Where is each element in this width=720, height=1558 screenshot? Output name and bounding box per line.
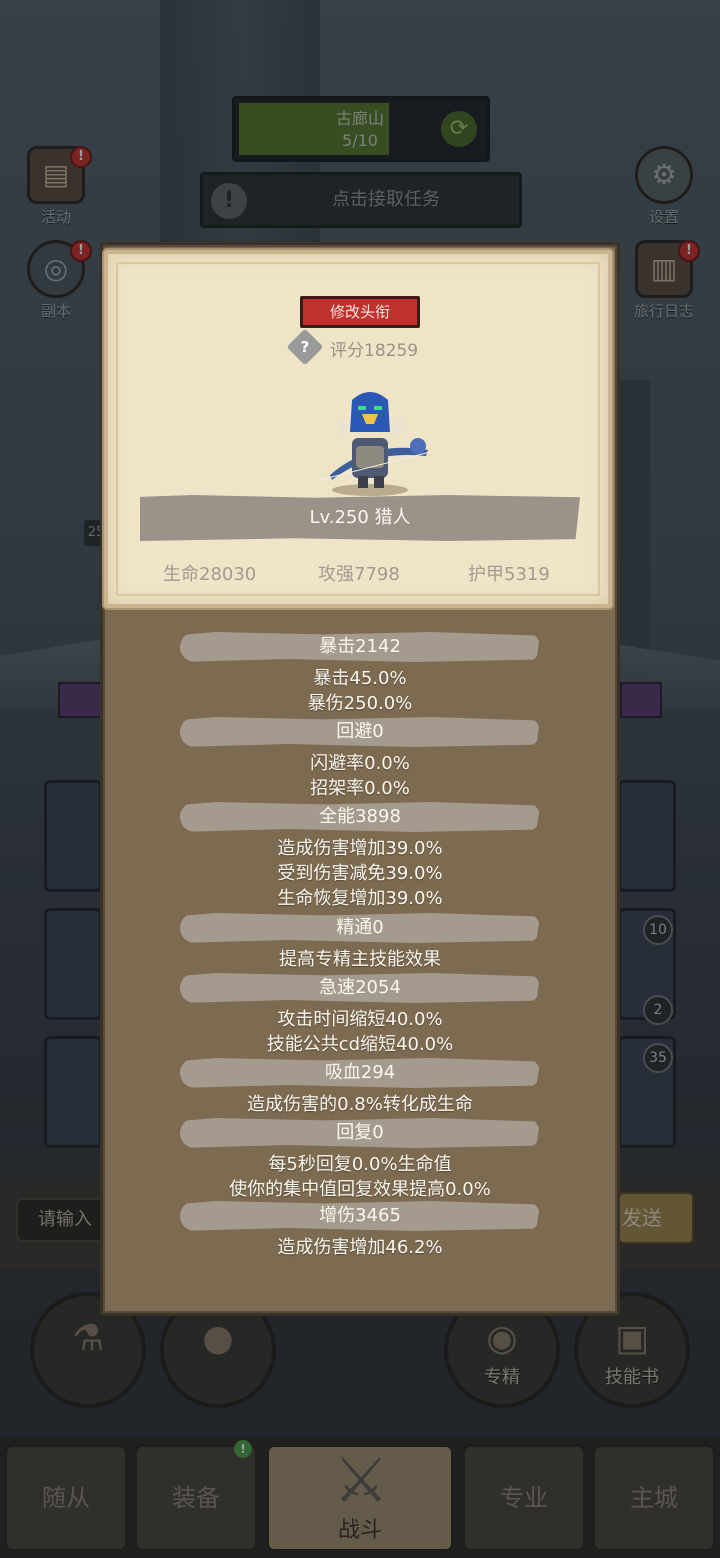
crit-header: 暴击2142 — [180, 632, 540, 662]
help-icon-glyph: ? — [300, 338, 310, 356]
dodge-header: 回避0 — [180, 717, 540, 747]
crit-rate: 暴击45.0% — [313, 668, 407, 689]
mastery-effect: 提高专精主技能效果 — [279, 949, 441, 970]
crit-damage: 暴伤250.0% — [307, 693, 413, 714]
parry-rate: 招架率0.0% — [310, 778, 410, 799]
haste-header: 急速2054 — [180, 973, 540, 1003]
versatility-damage: 造成伤害增加39.0% — [277, 838, 443, 859]
regen-header: 回复0 — [180, 1118, 540, 1148]
hunter-character-icon — [319, 392, 431, 496]
change-title-button[interactable]: 修改头衔 — [300, 296, 420, 328]
versatility-header: 全能3898 — [180, 802, 540, 832]
level-class-banner: Lv.250 猎人 — [140, 495, 580, 541]
mastery-header: 精通0 — [180, 913, 540, 943]
versatility-heal: 生命恢复增加39.0% — [277, 888, 443, 909]
versatility-reduction: 受到伤害减免39.0% — [277, 863, 443, 884]
armor-stat: 护甲5319 — [468, 564, 550, 585]
lifesteal-effect: 造成伤害的0.8%转化成生命 — [247, 1094, 473, 1115]
damage-bonus-effect: 造成伤害增加46.2% — [277, 1237, 443, 1258]
attack-stat: 攻强7798 — [318, 564, 400, 585]
score-text: 评分18259 — [330, 341, 419, 361]
damage-bonus-header: 增伤3465 — [180, 1201, 540, 1231]
lifesteal-header: 吸血294 — [180, 1058, 540, 1088]
haste-attack: 攻击时间缩短40.0% — [277, 1009, 443, 1030]
dodge-rate: 闪避率0.0% — [310, 753, 410, 774]
hp-stat: 生命28030 — [163, 564, 257, 585]
help-icon[interactable]: ? — [286, 328, 324, 366]
regen-hp: 每5秒回复0.0%生命值 — [268, 1154, 452, 1175]
haste-gcd: 技能公共cd缩短40.0% — [266, 1034, 454, 1055]
regen-focus: 使你的集中值回复效果提高0.0% — [229, 1179, 491, 1200]
